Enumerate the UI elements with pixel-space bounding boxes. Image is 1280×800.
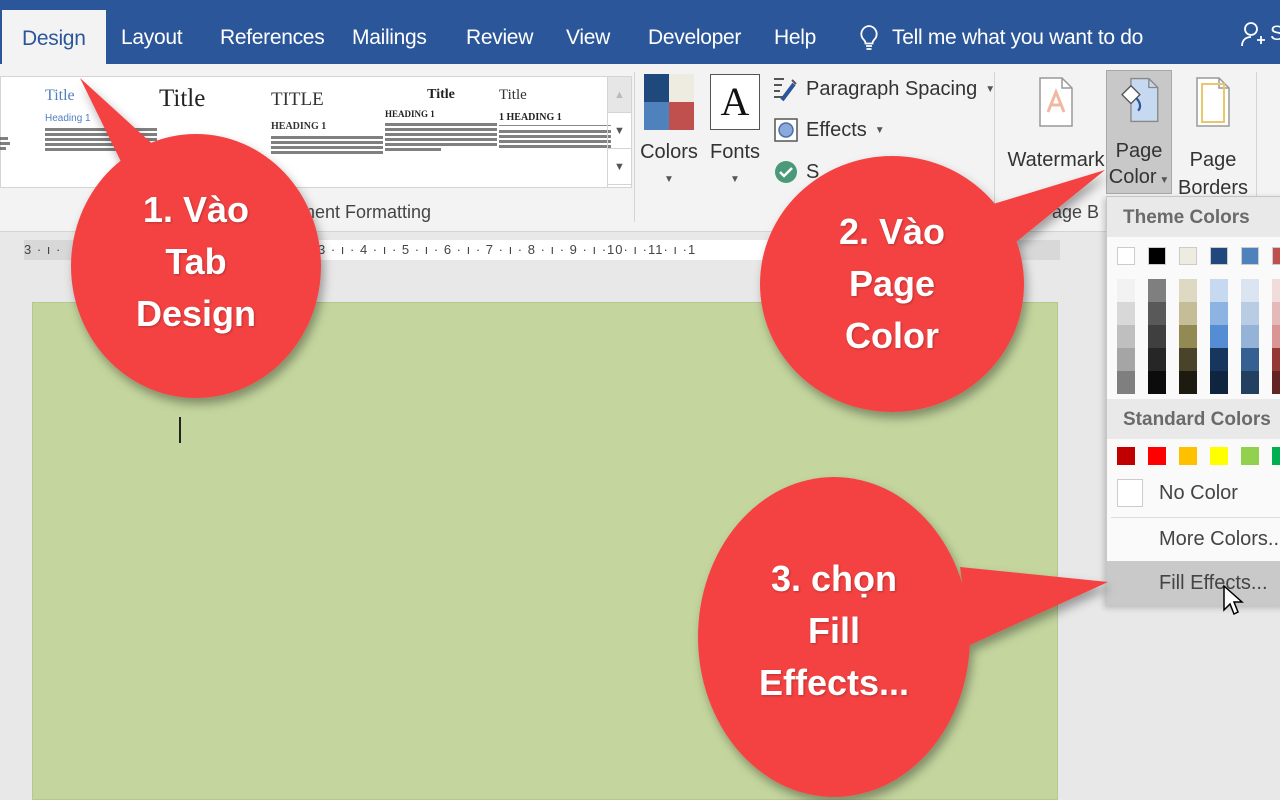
callout-1-text: 1. Vào Tab Design	[135, 189, 257, 334]
callout-layer	[71, 78, 1108, 797]
callout-2-text: 2. Vào Page Color	[838, 211, 946, 356]
callout-3-text: 3. chọn Fill Effects...	[758, 558, 910, 703]
word-window: Design Layout References Mailings Review…	[0, 0, 1280, 800]
mouse-pointer-icon	[1223, 584, 1244, 616]
